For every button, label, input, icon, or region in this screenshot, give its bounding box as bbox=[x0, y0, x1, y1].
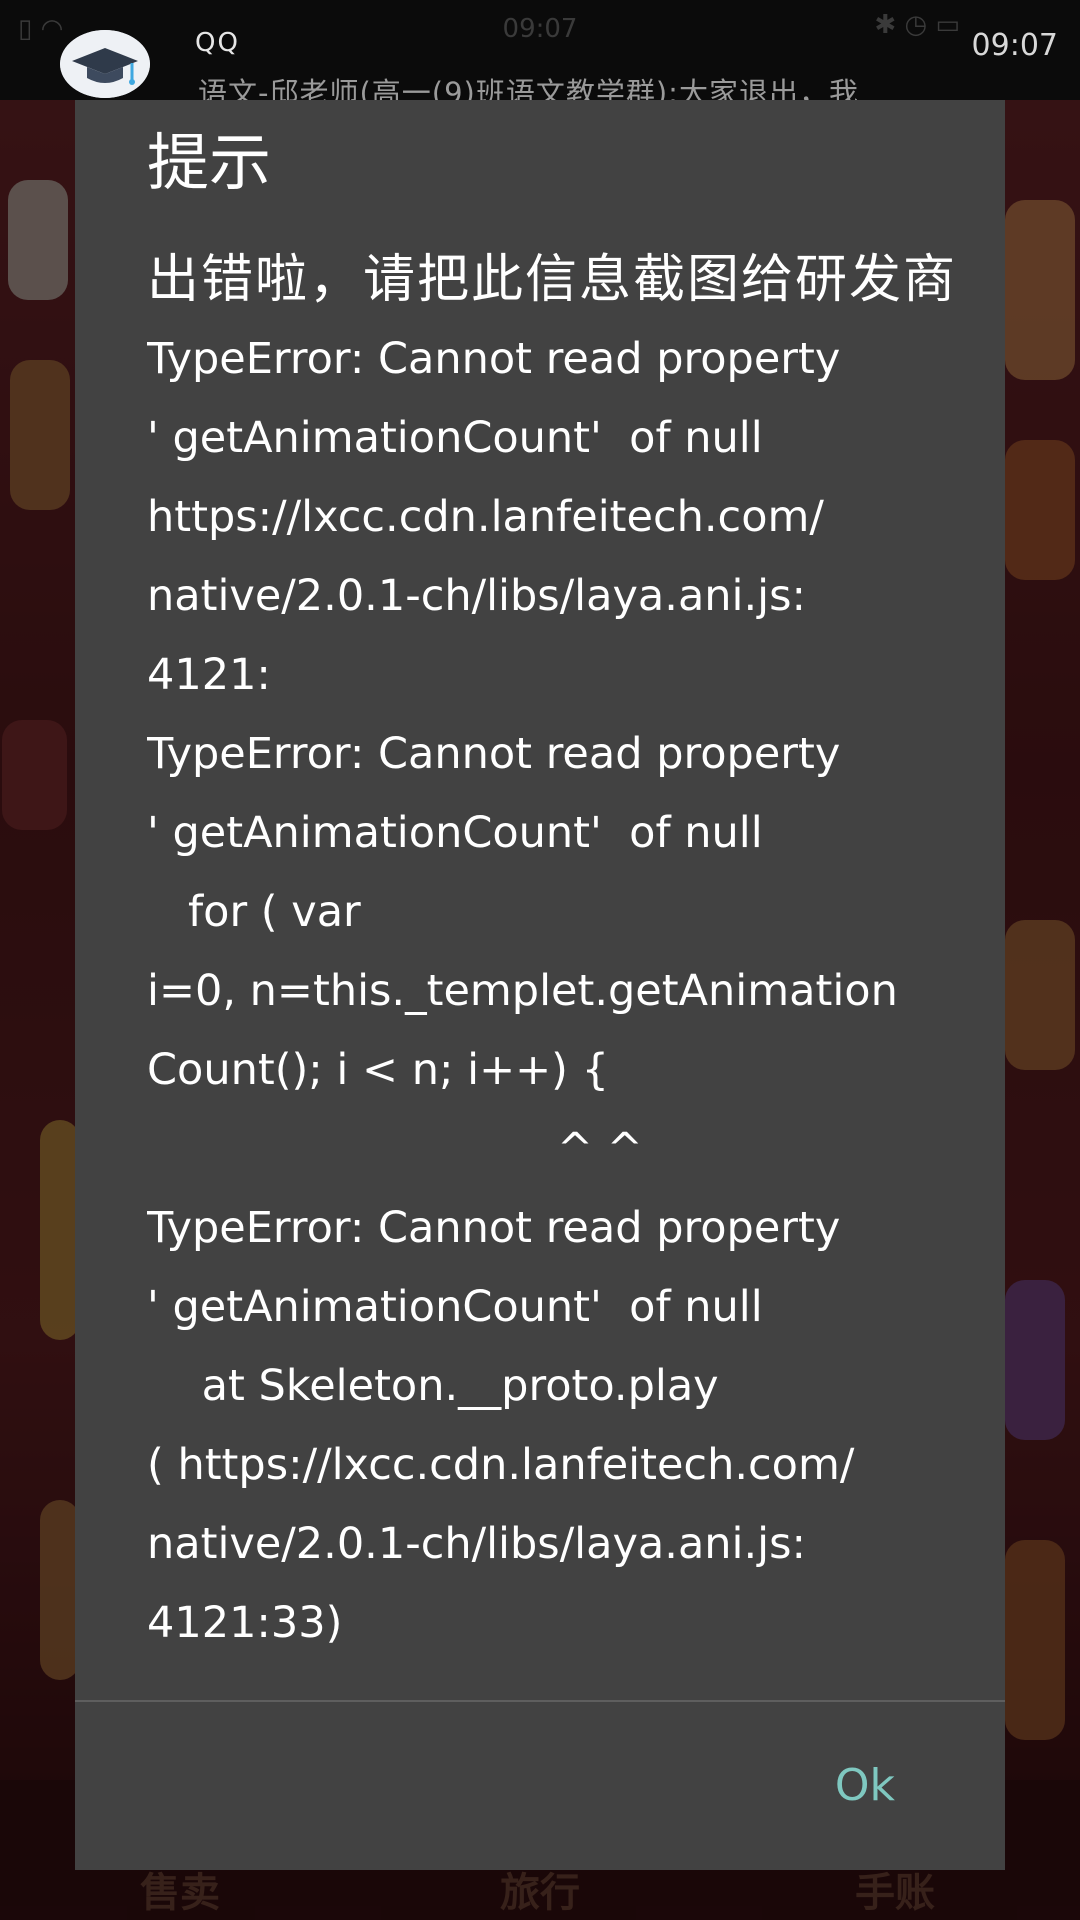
error-line: 4121: bbox=[147, 650, 271, 700]
error-message-cn: 出错啦，请把此信息截图给研发商 bbox=[147, 250, 958, 310]
error-line: ^ ^ bbox=[147, 1124, 643, 1174]
error-line: ( https://lxcc.cdn.lanfeitech.com/ bbox=[147, 1440, 855, 1490]
qq-notification-banner[interactable]: QQ 09:07 语文-邱老师(高一(9)班语文教学群):大家退出，我 bbox=[0, 0, 1080, 110]
error-line: Count(); i < n; i++) { bbox=[147, 1045, 609, 1095]
error-line: native/2.0.1-ch/libs/laya.ani.js: bbox=[147, 571, 807, 621]
error-line: ' getAnimationCount' of null bbox=[147, 413, 763, 463]
dialog-divider bbox=[75, 1700, 1005, 1702]
error-line: TypeError: Cannot read property bbox=[147, 334, 841, 384]
error-line: ' getAnimationCount' of null bbox=[147, 808, 763, 858]
error-line: TypeError: Cannot read property bbox=[147, 1203, 841, 1253]
error-line: TypeError: Cannot read property bbox=[147, 729, 841, 779]
error-line: for ( var bbox=[147, 887, 361, 937]
ok-button[interactable]: Ok bbox=[835, 1760, 895, 1811]
graduation-cap-icon bbox=[60, 30, 150, 98]
error-line: at Skeleton.__proto.play bbox=[147, 1361, 719, 1411]
error-line: native/2.0.1-ch/libs/laya.ani.js: bbox=[147, 1519, 807, 1569]
status-time: 09:07 bbox=[971, 28, 1058, 63]
error-dialog: 提示 出错啦，请把此信息截图给研发商 TypeError: Cannot rea… bbox=[75, 100, 1005, 1870]
error-trace: TypeError: Cannot read property ' getAnim… bbox=[147, 320, 977, 1663]
error-line: https://lxcc.cdn.lanfeitech.com/ bbox=[147, 492, 824, 542]
error-line: ' getAnimationCount' of null bbox=[147, 1282, 763, 1332]
error-line: 4121:33) bbox=[147, 1598, 343, 1648]
error-line: i=0, n=this._templet.getAnimation bbox=[147, 966, 898, 1016]
dialog-title: 提示 bbox=[147, 126, 272, 199]
notification-app-name: QQ bbox=[195, 28, 240, 58]
dialog-message[interactable]: 出错啦，请把此信息截图给研发商 TypeError: Cannot read p… bbox=[147, 240, 977, 1702]
